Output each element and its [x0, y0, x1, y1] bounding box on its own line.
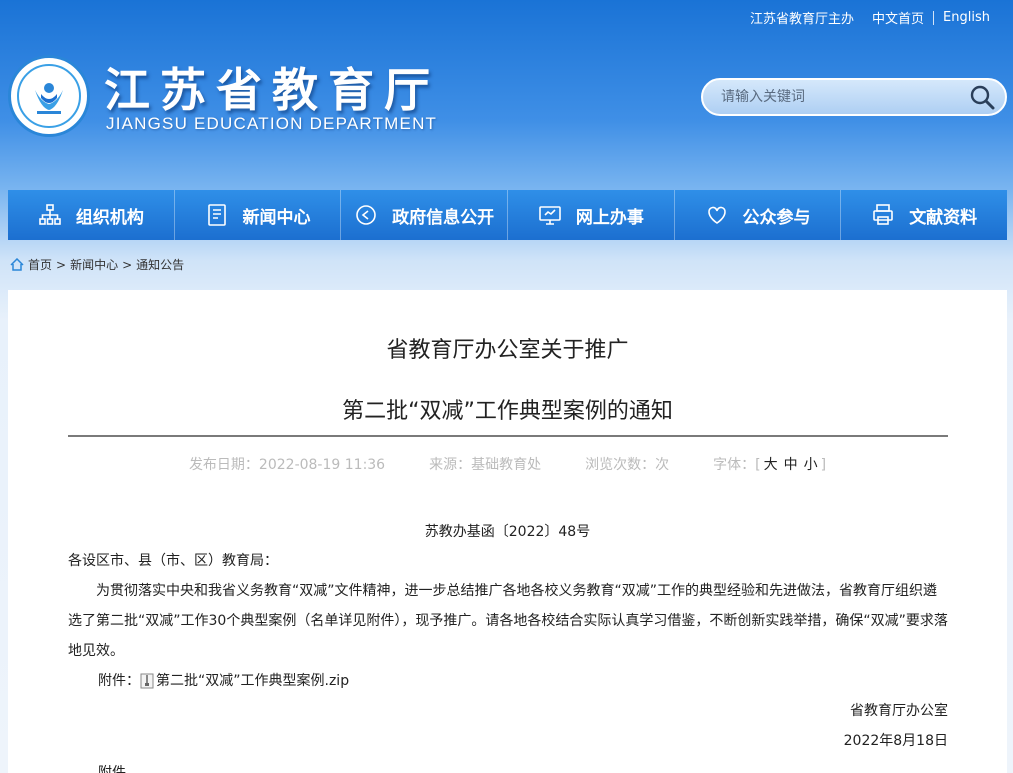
- play-circle-icon: [356, 205, 376, 225]
- breadcrumb-notice[interactable]: 通知公告: [136, 256, 184, 273]
- nav-label: 网上办事: [575, 207, 644, 228]
- main-nav: 组织机构 新闻中心 政府信息公开 网上办事 公众参与 文献资料: [8, 190, 1007, 240]
- font-medium-button[interactable]: 中: [784, 457, 798, 473]
- nav-label: 组织机构: [75, 207, 144, 228]
- nav-label: 政府信息公开: [392, 207, 495, 228]
- article-panel: 省教育厅办公室关于推广 第二批“双减”工作典型案例的通知 发布日期：2022-0…: [8, 290, 1007, 773]
- nav-item-org[interactable]: 组织机构: [8, 190, 175, 240]
- font-size-switch: 字体：[大中小]: [713, 454, 826, 474]
- nav-item-news[interactable]: 新闻中心: [175, 190, 342, 240]
- search-box: [701, 78, 1007, 116]
- nav-item-online-service[interactable]: 网上办事: [508, 190, 675, 240]
- home-icon: [10, 258, 24, 271]
- heart-icon: [707, 206, 726, 224]
- article-title-line1: 省教育厅办公室关于推广: [386, 338, 629, 363]
- host-text: 江苏省教育厅主办: [750, 12, 855, 27]
- breadcrumb-sep: >: [122, 257, 133, 272]
- emblem-icon: [17, 64, 81, 128]
- printer-icon: [873, 204, 893, 225]
- salutation: 各设区市、县（市、区）教育局：: [68, 553, 278, 569]
- zip-file-icon: [140, 673, 154, 689]
- source: 来源：基础教育处: [429, 457, 542, 473]
- font-small-button[interactable]: 小: [804, 457, 818, 473]
- font-large-button[interactable]: 大: [764, 457, 778, 473]
- body-paragraph: 为贯彻落实中央和我省义务教育“双减”文件精神，进一步总结推广各地各校义务教育“双…: [68, 583, 948, 659]
- english-link[interactable]: English: [934, 10, 999, 25]
- attachment-row: 附件： 第二批“双减”工作典型案例.zip: [68, 666, 948, 696]
- org-chart-icon: [39, 204, 61, 225]
- title-divider: [68, 435, 948, 437]
- attachment-label: 附件：: [98, 673, 140, 689]
- nav-label: 公众参与: [742, 207, 811, 228]
- search-icon[interactable]: [969, 84, 995, 110]
- nav-item-gov-info[interactable]: 政府信息公开: [341, 190, 509, 240]
- view-count: 浏览次数：次: [585, 457, 670, 473]
- document-number: 苏教办基函〔2022〕48号: [424, 524, 591, 540]
- breadcrumb-news[interactable]: 新闻中心: [70, 256, 118, 273]
- site-title: 江苏省教育厅: [104, 63, 440, 117]
- font-close: ]: [820, 457, 827, 473]
- top-links: 江苏省教育厅主办 中文首页 English: [741, 8, 999, 27]
- publish-date: 发布日期：2022-08-19 11:36: [188, 457, 386, 473]
- breadcrumb-home[interactable]: 首页: [28, 256, 52, 273]
- font-label: 字体：[: [713, 457, 761, 473]
- article-meta: 发布日期：2022-08-19 11:36 来源：基础教育处 浏览次数：次 字体…: [8, 454, 1007, 474]
- monitor-icon: [539, 206, 561, 225]
- signature: 省教育厅办公室: [850, 703, 948, 719]
- attachment-heading: 附件: [98, 765, 126, 773]
- nav-label: 文献资料: [909, 207, 978, 228]
- search-input[interactable]: [721, 89, 969, 105]
- site-title-en: JIANGSU EDUCATION DEPARTMENT: [106, 114, 438, 133]
- cn-home-link[interactable]: 中文首页: [863, 8, 933, 27]
- sign-date: 2022年8月18日: [843, 733, 948, 749]
- attachment-link[interactable]: 第二批“双减”工作典型案例.zip: [156, 666, 349, 696]
- nav-item-participation[interactable]: 公众参与: [675, 190, 842, 240]
- nav-label: 新闻中心: [242, 207, 311, 228]
- nav-item-documents[interactable]: 文献资料: [841, 190, 1007, 240]
- document-icon: [207, 204, 226, 226]
- breadcrumb-sep: >: [56, 257, 67, 272]
- article-title-line2: 第二批“双减”工作典型案例的通知: [342, 399, 673, 424]
- breadcrumb: 首页 > 新闻中心 > 通知公告: [10, 256, 184, 273]
- site-logo[interactable]: [8, 55, 90, 137]
